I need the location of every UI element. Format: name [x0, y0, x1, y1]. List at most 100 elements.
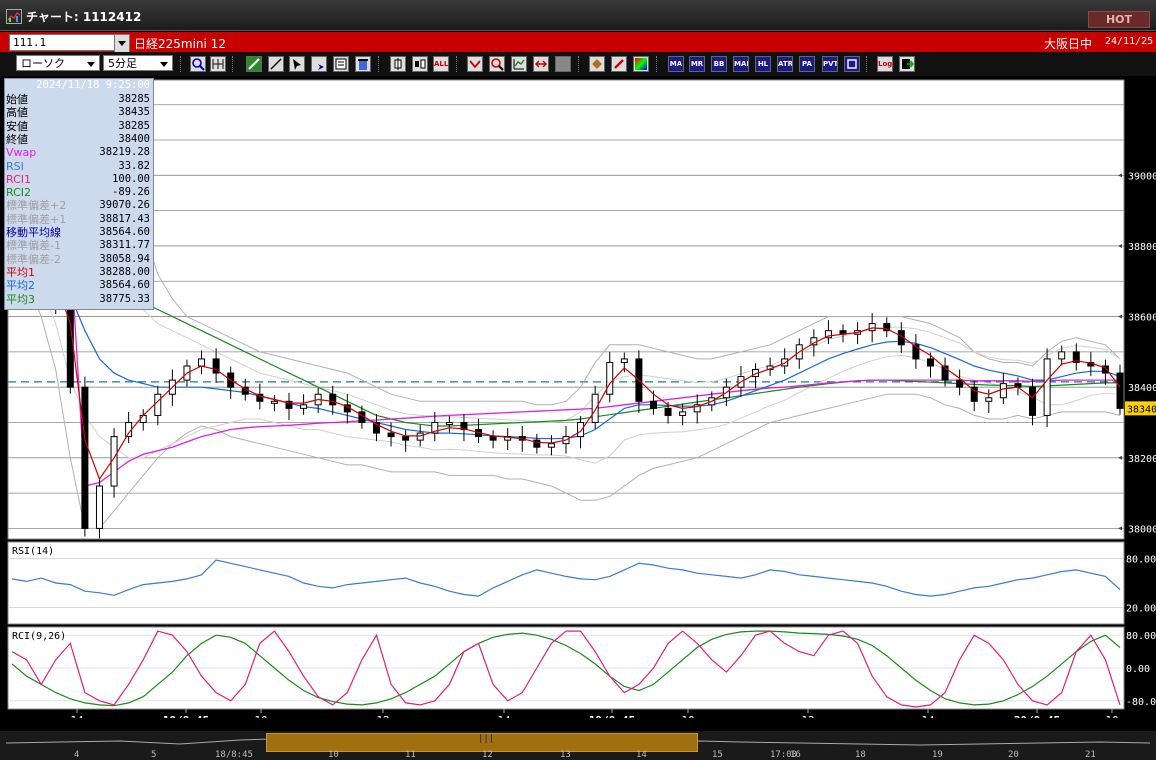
- palette-icon[interactable]: [633, 56, 649, 72]
- note-icon[interactable]: [333, 56, 349, 72]
- scrollbar-tick-label: 11: [405, 750, 416, 760]
- info-label: RCI2: [6, 186, 32, 200]
- toolbar-separator: [378, 56, 381, 72]
- price-panel[interactable]: 39000 38800 38600 38400 38200 38000 38340: [7, 79, 1156, 540]
- chart-type-select[interactable]: ローソク: [16, 55, 100, 71]
- line-tool-icon[interactable]: [268, 56, 284, 72]
- info-row: 平均1 38288.00: [5, 266, 153, 279]
- info-label: 標準偏差+2: [6, 199, 67, 213]
- time-tick-label: 12: [801, 714, 814, 718]
- info-row: 始値 38285: [5, 93, 153, 106]
- info-label: 標準偏差+1: [6, 212, 67, 226]
- candle2-icon[interactable]: [412, 56, 428, 72]
- toolbar-separator: [656, 56, 659, 72]
- candle-body: [81, 386, 89, 529]
- title-bar: チャート: 1112412 HOT: [0, 0, 1156, 31]
- info-label: RSI: [6, 159, 24, 173]
- mae-button[interactable]: MAE: [733, 56, 749, 72]
- info-value: 38285: [118, 93, 150, 105]
- date-label: 24/11/25: [1105, 36, 1154, 47]
- wrench-icon[interactable]: [611, 56, 627, 72]
- box-button[interactable]: [844, 56, 860, 72]
- mr-button[interactable]: MR: [689, 56, 705, 72]
- info-value: 38058.94: [99, 252, 150, 265]
- info-label: Vwap: [6, 146, 37, 160]
- info-row: 高値 38435: [5, 106, 153, 119]
- candle-body: [300, 404, 308, 409]
- ma-button[interactable]: MA: [668, 56, 684, 72]
- cursor-icon[interactable]: [289, 56, 305, 72]
- pencil-icon[interactable]: [246, 56, 262, 72]
- search-icon[interactable]: [190, 56, 206, 72]
- price-tick-label: 38800: [1128, 242, 1156, 253]
- lock-icon[interactable]: [555, 56, 571, 72]
- toolbar-separator: [456, 56, 459, 72]
- candle-body: [926, 358, 934, 367]
- price-tick-label: 38600: [1128, 313, 1156, 324]
- time-tick-label: 20/8:45: [1014, 714, 1060, 718]
- scrollbar-tick-label: 12: [482, 750, 493, 760]
- all-button[interactable]: ALL: [433, 56, 449, 72]
- chevron-down-icon: [87, 62, 95, 67]
- candle-icon[interactable]: [390, 56, 406, 72]
- grid-icon[interactable]: [210, 56, 226, 72]
- info-row: 標準偏差+1 38817.43: [5, 213, 153, 226]
- scrollbar-tick-label: 5: [151, 750, 157, 760]
- price-tick-label: 38200: [1128, 454, 1156, 465]
- symbol-name: 日経225mini 12: [134, 37, 226, 51]
- info-row: Vwap 38219.28: [5, 146, 153, 159]
- candle-body: [198, 358, 206, 367]
- info-row: 平均2 38564.60: [5, 279, 153, 292]
- log-button[interactable]: Log: [877, 56, 893, 72]
- info-value: 38775.33: [99, 292, 150, 305]
- scrollbar-tick-label: 21: [1085, 750, 1096, 760]
- candle-body: [95, 485, 103, 529]
- candle-body: [679, 411, 687, 416]
- info-row: 標準偏差-2 38058.94: [5, 253, 153, 266]
- trash-icon[interactable]: [355, 56, 371, 72]
- window-title: チャート: 1112412: [26, 10, 142, 24]
- zoom-icon[interactable]: [489, 56, 505, 72]
- hl-button[interactable]: HL: [755, 56, 771, 72]
- rsi-panel[interactable]: RSI(14) 80.00 20.00: [7, 541, 1156, 625]
- toolbar-separator: [578, 56, 581, 72]
- info-row: RCI1 100.00: [5, 173, 153, 186]
- symbol-dropdown-button[interactable]: [114, 34, 130, 53]
- exit-icon[interactable]: [899, 56, 915, 72]
- interval-select[interactable]: 5分足: [103, 55, 173, 71]
- symbol-input[interactable]: 111.1: [9, 34, 118, 51]
- price-tick-label: 38400: [1128, 383, 1156, 394]
- time-tick-label: 10: [681, 714, 694, 718]
- toolbar-separator: [866, 56, 869, 72]
- scrollbar-tick-label: 13: [560, 750, 571, 760]
- info-datetime: 2024/11/18 9:25:00: [36, 79, 150, 91]
- rsi-tick-label: 80.00: [1126, 554, 1156, 565]
- settings-icon[interactable]: [589, 56, 605, 72]
- candle-body: [1029, 386, 1037, 416]
- pa-button[interactable]: PA: [799, 56, 815, 72]
- info-row: 移動平均線 38564.60: [5, 226, 153, 239]
- interval-value: 5分足: [108, 57, 137, 70]
- pvt-button[interactable]: PVT: [822, 56, 838, 72]
- chart-area[interactable]: 39000 38800 38600 38400 38200 38000 38340 RSI(…: [0, 78, 1156, 718]
- chart-icon[interactable]: [511, 56, 527, 72]
- scrollbar-grip[interactable]: |||: [478, 734, 494, 744]
- hot-button[interactable]: HOT: [1088, 11, 1150, 28]
- flip-icon[interactable]: [533, 56, 549, 72]
- atr-button[interactable]: ATR: [777, 56, 793, 72]
- rci-panel[interactable]: RCI(9,26) 80.00 0.00 -80.00: [7, 626, 1156, 710]
- info-label: 移動平均線: [6, 226, 61, 239]
- candle-body: [387, 432, 395, 438]
- candle-body: [154, 393, 162, 416]
- info-row: RCI2 -89.26: [5, 186, 153, 199]
- scrollbar-tick-label: 20: [1008, 750, 1019, 760]
- sync-icon[interactable]: [467, 56, 483, 72]
- info-row: RSI 33.82: [5, 160, 153, 173]
- bb-button[interactable]: BB: [711, 56, 727, 72]
- rci-tick-label: -80.00: [1126, 697, 1156, 708]
- chevron-down-icon: [160, 62, 168, 67]
- candle-body: [329, 393, 337, 406]
- rci-panel-title: RCI(9,26): [12, 631, 66, 642]
- info-label: 安値: [6, 119, 28, 133]
- arrow-icon[interactable]: [311, 56, 327, 72]
